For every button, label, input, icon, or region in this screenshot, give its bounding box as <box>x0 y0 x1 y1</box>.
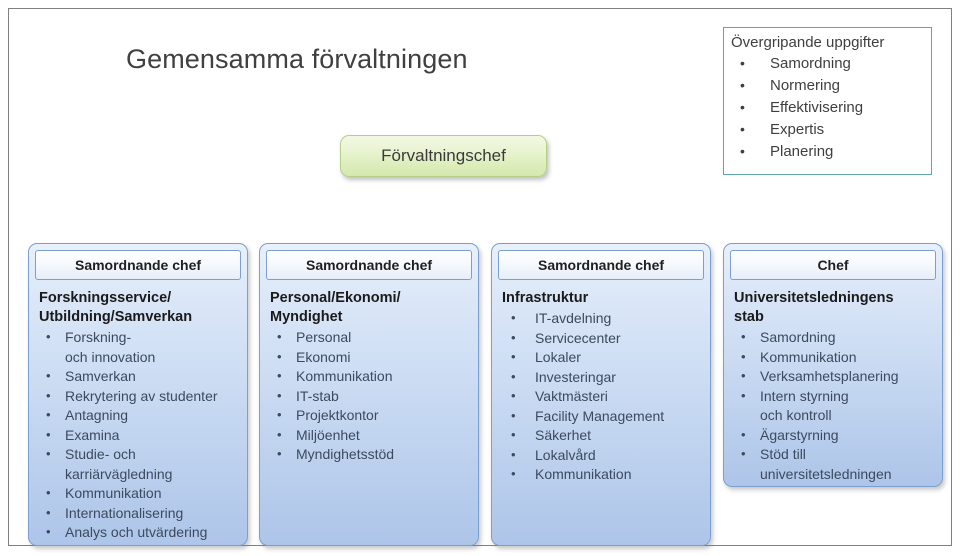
list-item: Antagning <box>39 405 241 426</box>
list-item: Expertis <box>731 118 925 141</box>
column-title-line2: stab <box>734 309 764 325</box>
column-title-line1: Universitetsledningens <box>734 290 894 306</box>
list-item: Ägarstyrning <box>734 425 936 446</box>
forvaltningschef-node[interactable]: Förvaltningschef <box>340 135 547 177</box>
forvaltningschef-label: Förvaltningschef <box>381 146 506 165</box>
org-column-personal-ekonomi[interactable]: Samordnande chef Personal/Ekonomi/ Myndi… <box>259 243 479 546</box>
column-list: IT-avdelning Servicecenter Lokaler Inves… <box>498 308 704 485</box>
column-list: Samordning Kommunikation Verksamhetsplan… <box>730 327 936 484</box>
list-item: Vaktmästeri <box>502 386 704 407</box>
list-item: Säkerhet <box>502 425 704 446</box>
list-item: Effektivisering <box>731 96 925 119</box>
list-item: Internationalisering <box>39 503 241 524</box>
list-item: Miljöenhet <box>270 425 472 446</box>
list-item: Examina <box>39 425 241 446</box>
column-title: Infrastruktur <box>502 289 704 308</box>
overall-tasks-list: Samordning Normering Effektivisering Exp… <box>731 52 925 163</box>
list-item: Normering <box>731 74 925 97</box>
page-title: Gemensamma förvaltningen <box>126 44 468 74</box>
list-item: Samverkan <box>39 366 241 387</box>
list-item: Studie- ochkarriärvägledning <box>39 444 241 484</box>
list-item: Projektkontor <box>270 405 472 426</box>
list-item: Personal <box>270 327 472 348</box>
list-item: Myndighetsstöd <box>270 444 472 465</box>
list-item: Analys och utvärdering <box>39 522 241 543</box>
org-column-infrastruktur[interactable]: Samordnande chef Infrastruktur IT-avdeln… <box>491 243 711 546</box>
list-item: Lokalvård <box>502 445 704 466</box>
column-header-label: Samordnande chef <box>74 257 202 273</box>
list-item: Forskning-och innovation <box>39 327 241 367</box>
column-header-label: Samordnande chef <box>305 257 433 273</box>
list-item: Lokaler <box>502 347 704 368</box>
list-item: Kommunikation <box>39 483 241 504</box>
list-item: Verksamhetsplanering <box>734 366 936 387</box>
org-column-forskningsservice[interactable]: Samordnande chef Forskningsservice/ Utbi… <box>28 243 248 546</box>
column-header-label: Chef <box>817 257 849 273</box>
list-item: Facility Management <box>502 406 704 427</box>
list-item: Ekonomi <box>270 347 472 368</box>
list-item: Servicecenter <box>502 328 704 349</box>
list-item: IT-stab <box>270 386 472 407</box>
overall-tasks-box: Övergripande uppgifter Samordning Normer… <box>723 27 932 175</box>
column-title: Universitetsledningens stab <box>734 289 936 327</box>
column-title: Personal/Ekonomi/ Myndighet <box>270 289 472 327</box>
list-item: Intern styrningoch kontroll <box>734 386 936 426</box>
column-title-line1: Forskningsservice/ <box>39 290 172 306</box>
column-header: Chef <box>730 250 936 280</box>
column-list: Personal Ekonomi Kommunikation IT-stab P… <box>266 327 472 465</box>
overall-tasks-title: Övergripande uppgifter <box>731 34 885 51</box>
column-list: Forskning-och innovation Samverkan Rekry… <box>35 327 241 543</box>
list-item: Planering <box>731 140 925 163</box>
column-header: Samordnande chef <box>266 250 472 280</box>
column-title-line1: Personal/Ekonomi/ <box>270 290 401 306</box>
list-item: Stöd tilluniversitetsledningen <box>734 444 936 484</box>
column-title: Forskningsservice/ Utbildning/Samverkan <box>39 289 241 327</box>
list-item: Kommunikation <box>502 464 704 485</box>
list-item: IT-avdelning <box>502 308 704 329</box>
list-item: Kommunikation <box>734 347 936 368</box>
column-title-line1: Infrastruktur <box>502 290 589 306</box>
column-title-line2: Utbildning/Samverkan <box>39 309 193 325</box>
org-column-universitetsledningens-stab[interactable]: Chef Universitetsledningens stab Samordn… <box>723 243 943 487</box>
list-item: Investeringar <box>502 367 704 388</box>
list-item: Kommunikation <box>270 366 472 387</box>
column-header: Samordnande chef <box>35 250 241 280</box>
list-item: Samordning <box>734 327 936 348</box>
column-header-label: Samordnande chef <box>537 257 665 273</box>
column-title-line2: Myndighet <box>270 309 343 325</box>
list-item: Samordning <box>731 52 925 75</box>
list-item: Rekrytering av studenter <box>39 386 241 407</box>
column-header: Samordnande chef <box>498 250 704 280</box>
org-chart-canvas: Gemensamma förvaltningen Förvaltningsche… <box>0 0 960 556</box>
